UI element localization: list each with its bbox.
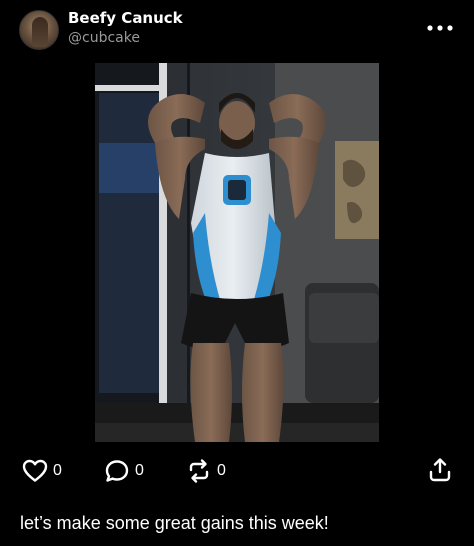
like-button[interactable]: 0 — [22, 459, 62, 483]
chat-bubble-icon — [105, 460, 129, 482]
post-caption: let’s make some great gains this week! — [20, 513, 329, 533]
share-upload-icon — [429, 458, 451, 482]
ellipsis-icon — [427, 25, 453, 31]
share-button[interactable] — [427, 458, 453, 482]
repost-count: 0 — [217, 462, 226, 479]
author-display-name[interactable]: Beefy Canuck — [68, 9, 183, 27]
repost-button[interactable]: 0 — [186, 459, 226, 483]
heart-icon — [22, 459, 48, 482]
more-options-button[interactable] — [420, 20, 460, 36]
post-card: Beefy Canuck @cubcake 0 0 0 let’s make s… — [0, 0, 474, 546]
post-photo — [95, 63, 379, 442]
reply-button[interactable]: 0 — [104, 459, 144, 483]
repost-icon — [189, 459, 209, 483]
author-handle[interactable]: @cubcake — [68, 29, 140, 47]
avatar-figure — [32, 17, 48, 47]
like-count: 0 — [53, 462, 62, 479]
post-image[interactable] — [95, 63, 379, 442]
avatar[interactable] — [19, 10, 59, 50]
reply-count: 0 — [135, 462, 144, 479]
